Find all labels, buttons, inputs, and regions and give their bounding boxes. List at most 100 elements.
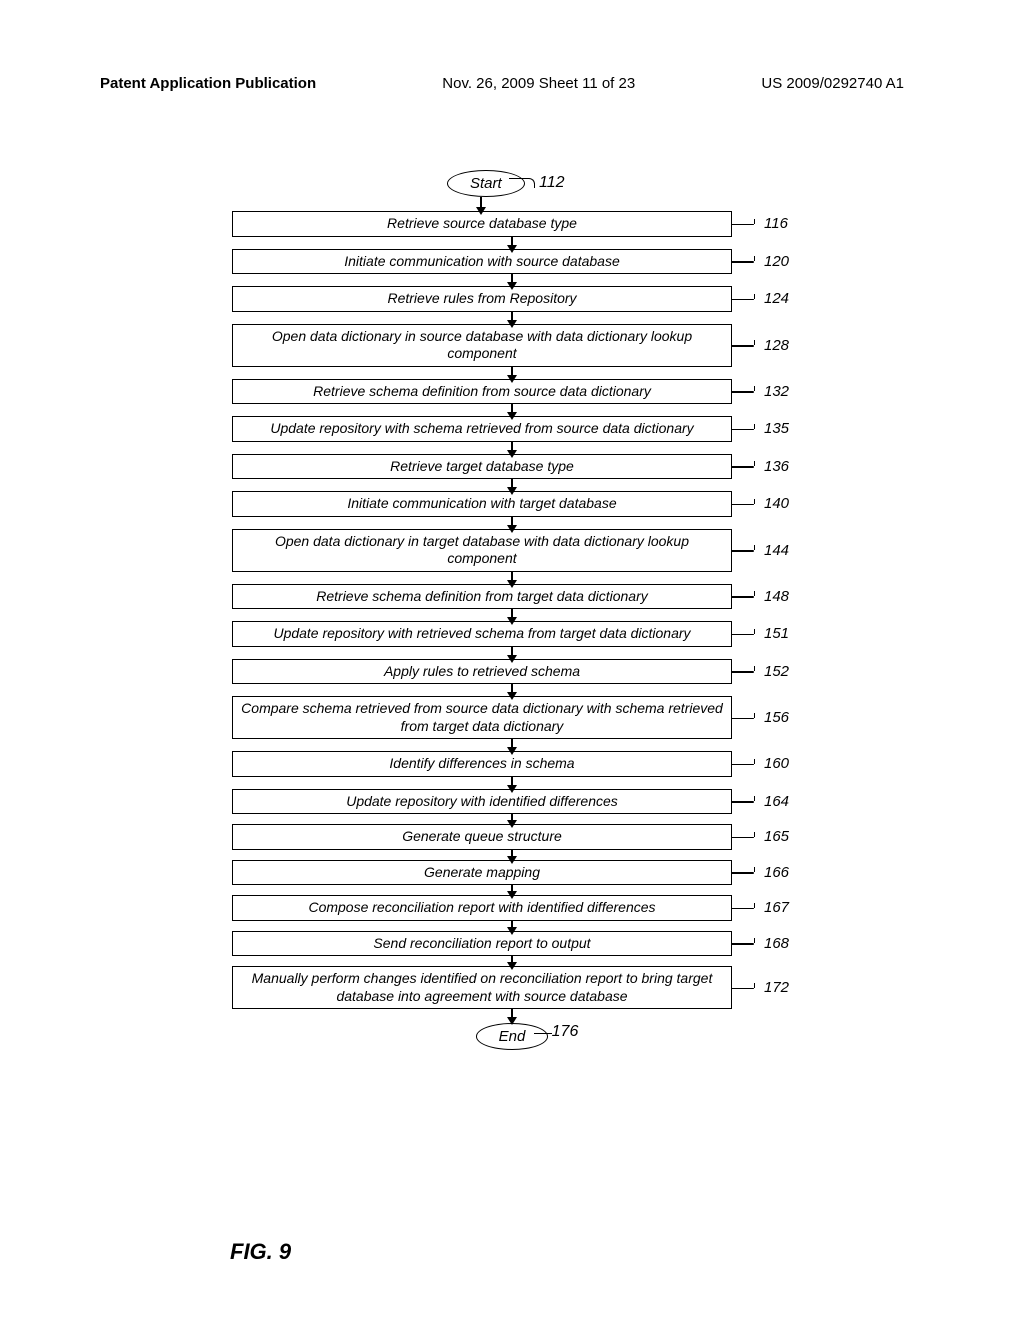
ref-label: 135 bbox=[764, 420, 789, 437]
arrow-icon bbox=[511, 850, 513, 860]
step-row: Retrieve rules from Repository 124 bbox=[232, 286, 792, 312]
connector-line bbox=[732, 764, 754, 766]
ref-label: 156 bbox=[764, 709, 789, 726]
start-terminal-group: Start 112 bbox=[447, 170, 525, 197]
header-right: US 2009/0292740 A1 bbox=[761, 75, 904, 92]
flowchart-diagram: Start 112 Retrieve source database type … bbox=[232, 170, 792, 1050]
connector-line bbox=[732, 345, 754, 347]
ref-label: 151 bbox=[764, 625, 789, 642]
process-box: Retrieve target database type bbox=[232, 454, 732, 480]
ref-label: 132 bbox=[764, 383, 789, 400]
ref-label: 160 bbox=[764, 755, 789, 772]
process-box: Retrieve rules from Repository bbox=[232, 286, 732, 312]
step-row: Update repository with schema retrieved … bbox=[232, 416, 792, 442]
ref-label: 120 bbox=[764, 253, 789, 270]
process-box: Open data dictionary in source database … bbox=[232, 324, 732, 367]
ref-label: 128 bbox=[764, 337, 789, 354]
step-row: Update repository with retrieved schema … bbox=[232, 621, 792, 647]
connector-line bbox=[732, 988, 754, 990]
ref-label: 152 bbox=[764, 663, 789, 680]
arrow-icon bbox=[511, 777, 513, 789]
process-box: Update repository with retrieved schema … bbox=[232, 621, 732, 647]
process-box: Retrieve schema definition from target d… bbox=[232, 584, 732, 610]
step-row: Send reconciliation report to output 168 bbox=[232, 931, 792, 957]
process-box: Initiate communication with target datab… bbox=[232, 491, 732, 517]
arrow-icon bbox=[511, 684, 513, 696]
process-box: Open data dictionary in target database … bbox=[232, 529, 732, 572]
arrow-icon bbox=[511, 404, 513, 416]
connector-line bbox=[732, 634, 754, 636]
connector-line bbox=[732, 466, 754, 468]
figure-label: FIG. 9 bbox=[230, 1239, 291, 1265]
arrow-icon bbox=[511, 274, 513, 286]
step-row: Generate queue structure 165 bbox=[232, 824, 792, 850]
connector-line bbox=[732, 671, 754, 673]
process-box: Manually perform changes identified on r… bbox=[232, 966, 732, 1009]
arrow-icon bbox=[511, 312, 513, 324]
ref-label: 144 bbox=[764, 542, 789, 559]
header-center: Nov. 26, 2009 Sheet 11 of 23 bbox=[442, 75, 635, 92]
step-row: Initiate communication with source datab… bbox=[232, 249, 792, 275]
arrow-icon bbox=[511, 814, 513, 824]
step-row: Open data dictionary in source database … bbox=[232, 324, 792, 367]
step-row: Apply rules to retrieved schema 152 bbox=[232, 659, 792, 685]
process-box: Generate queue structure bbox=[232, 824, 732, 850]
process-box: Initiate communication with source datab… bbox=[232, 249, 732, 275]
step-row: Generate mapping 166 bbox=[232, 860, 792, 886]
ref-label: 124 bbox=[764, 290, 789, 307]
process-box: Compare schema retrieved from source dat… bbox=[232, 696, 732, 739]
process-box: Retrieve schema definition from source d… bbox=[232, 379, 732, 405]
arrow-icon bbox=[511, 479, 513, 491]
step-row: Compare schema retrieved from source dat… bbox=[232, 696, 792, 739]
step-row: Identify differences in schema 160 bbox=[232, 751, 792, 777]
ref-label: 148 bbox=[764, 588, 789, 605]
connector-line bbox=[534, 1033, 552, 1034]
step-row: Update repository with identified differ… bbox=[232, 789, 792, 815]
end-terminal: End bbox=[476, 1023, 549, 1050]
connector-line bbox=[732, 224, 754, 226]
connector-line bbox=[732, 504, 754, 506]
arrow-icon bbox=[511, 739, 513, 751]
arrow-icon bbox=[480, 197, 482, 211]
connector-line bbox=[732, 596, 754, 598]
arrow-icon bbox=[511, 442, 513, 454]
arrow-icon bbox=[511, 367, 513, 379]
connector-line bbox=[732, 908, 754, 910]
process-box: Generate mapping bbox=[232, 860, 732, 886]
process-box: Compose reconciliation report with ident… bbox=[232, 895, 732, 921]
connector-line bbox=[732, 837, 754, 839]
step-row: Retrieve schema definition from target d… bbox=[232, 584, 792, 610]
ref-label: 172 bbox=[764, 979, 789, 996]
arrow-icon bbox=[511, 1009, 513, 1021]
process-box: Update repository with identified differ… bbox=[232, 789, 732, 815]
arrow-icon bbox=[511, 609, 513, 621]
ref-label: 166 bbox=[764, 864, 789, 881]
connector-line bbox=[732, 429, 754, 431]
arrow-icon bbox=[511, 647, 513, 659]
arrow-icon bbox=[511, 885, 513, 895]
ref-label: 164 bbox=[764, 793, 789, 810]
ref-label: 116 bbox=[764, 215, 788, 232]
arrow-icon bbox=[511, 921, 513, 931]
step-row: Retrieve schema definition from source d… bbox=[232, 379, 792, 405]
arrow-icon bbox=[511, 237, 513, 249]
step-row: Retrieve target database type 136 bbox=[232, 454, 792, 480]
connector-line bbox=[732, 872, 754, 874]
ref-label: 140 bbox=[764, 495, 789, 512]
ref-label: 136 bbox=[764, 458, 789, 475]
arrow-icon bbox=[511, 572, 513, 584]
step-row: Manually perform changes identified on r… bbox=[232, 966, 792, 1009]
process-box: Update repository with schema retrieved … bbox=[232, 416, 732, 442]
connector-line bbox=[732, 718, 754, 720]
connector-line bbox=[732, 943, 754, 945]
process-box: Send reconciliation report to output bbox=[232, 931, 732, 957]
ref-label: 168 bbox=[764, 935, 789, 952]
ref-label: 165 bbox=[764, 828, 789, 845]
connector-line bbox=[509, 178, 535, 188]
ref-label: 167 bbox=[764, 899, 789, 916]
arrow-icon bbox=[511, 517, 513, 529]
connector-line bbox=[732, 550, 754, 552]
end-terminal-group: End 176 bbox=[476, 1023, 549, 1050]
step-row: Compose reconciliation report with ident… bbox=[232, 895, 792, 921]
step-row: Initiate communication with target datab… bbox=[232, 491, 792, 517]
